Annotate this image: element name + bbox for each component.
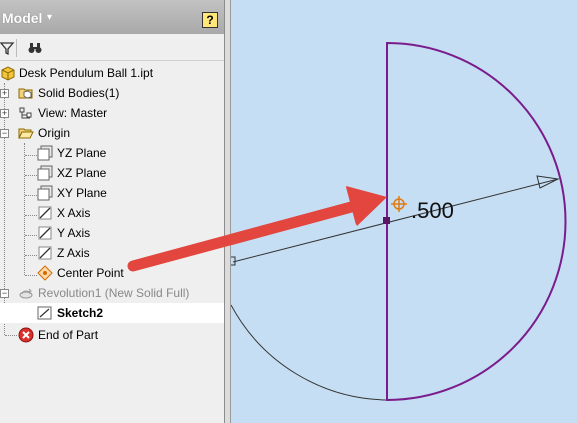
sketch-icon — [37, 306, 52, 320]
plane-icon — [37, 145, 53, 161]
chevron-down-icon[interactable]: ▾ — [47, 12, 52, 23]
tree-line — [25, 255, 37, 256]
browser-toolbar — [0, 36, 224, 61]
filter-icon[interactable] — [0, 40, 16, 56]
tree-item-label: XZ Plane — [57, 166, 107, 180]
help-icon[interactable]: ? — [202, 12, 218, 28]
axis-icon — [38, 206, 52, 220]
collapse-toggle[interactable]: − — [0, 289, 9, 298]
tree-line — [5, 335, 17, 336]
tree-item-label: Solid Bodies(1) — [38, 86, 120, 100]
tree-line — [25, 155, 37, 156]
toolbar-divider — [16, 39, 17, 57]
revolve-circle — [231, 304, 388, 401]
end-of-part-icon — [18, 327, 34, 343]
tree-item-label: XY Plane — [57, 186, 107, 200]
tree-line — [25, 175, 37, 176]
solid-bodies-icon — [18, 88, 33, 99]
tree-item-label: Revolution1 (New Solid Full) — [38, 286, 190, 300]
graphics-window[interactable]: .500 — [231, 0, 577, 423]
annotation-arrow — [231, 187, 385, 246]
plane-icon — [37, 185, 53, 201]
tree-line — [25, 195, 37, 196]
move-cursor-icon — [391, 196, 407, 212]
axis-icon — [38, 246, 52, 260]
tree-item-label: YZ Plane — [57, 146, 107, 160]
tree-item-label: Center Point — [57, 266, 124, 280]
tree-item-label: Sketch2 — [57, 306, 104, 320]
selected-row-highlight — [0, 303, 224, 323]
expand-toggle[interactable]: + — [0, 109, 9, 118]
tree-line — [25, 275, 37, 276]
expand-toggle[interactable]: + — [0, 89, 9, 98]
model-browser: Model ▾ ? Desk Pendulum Ball 1.ipt + Sol… — [0, 0, 225, 423]
tree-item-label: Origin — [38, 126, 71, 140]
tree-item-label: View: Master — [38, 106, 108, 120]
tree-item-label: End of Part — [38, 328, 99, 342]
tree-item-label: Z Axis — [57, 246, 90, 260]
tree-line — [25, 215, 37, 216]
plane-icon — [37, 165, 53, 181]
folder-open-icon — [18, 128, 34, 139]
browser-titlebar[interactable]: Model ▾ ? — [0, 0, 224, 34]
tree-line — [25, 235, 37, 236]
dimension-value[interactable]: .500 — [411, 198, 454, 223]
axis-icon — [38, 226, 52, 240]
binoculars-icon[interactable] — [27, 40, 43, 56]
browser-title[interactable]: Model — [2, 10, 42, 26]
collapse-toggle[interactable]: − — [0, 129, 9, 138]
tree-item-label: Y Axis — [57, 226, 91, 240]
view-rep-icon — [19, 107, 32, 119]
sketch-point[interactable] — [383, 217, 390, 224]
revolve-icon — [19, 288, 33, 299]
part-icon — [1, 66, 15, 81]
model-tree: Desk Pendulum Ball 1.ipt + Solid Bodies(… — [0, 63, 224, 423]
tree-item-label: X Axis — [57, 206, 91, 220]
center-point-icon — [37, 265, 53, 281]
tree-item-label: Desk Pendulum Ball 1.ipt — [19, 66, 154, 80]
dimension-handle[interactable] — [231, 256, 236, 266]
sketch-graphics: .500 — [231, 41, 567, 402]
